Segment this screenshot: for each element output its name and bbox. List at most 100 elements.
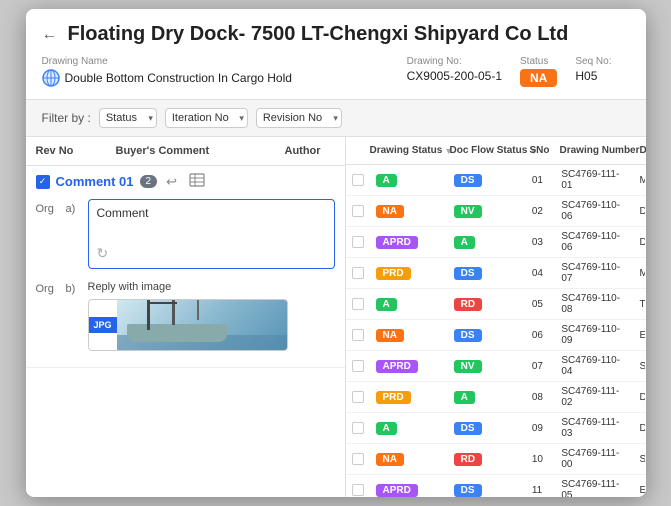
- row-ds-6: APRD: [370, 356, 448, 377]
- status-filter[interactable]: Status: [99, 108, 157, 128]
- dfs-pill-2: A: [454, 236, 475, 249]
- table-row[interactable]: A DS 01 SC4769-111-01 MIDSHIP...: [346, 165, 646, 196]
- row-sno-8: 09: [526, 419, 556, 438]
- row-check-2[interactable]: [346, 232, 370, 252]
- table-button[interactable]: [186, 172, 208, 191]
- comment-text: Comment: [97, 206, 149, 220]
- comment-count-badge: 2: [140, 175, 158, 188]
- row-check-4[interactable]: [346, 294, 370, 314]
- ds-pill-7: PRD: [376, 391, 411, 404]
- col-doc-flow-status-header: Doc Flow Status ▼: [444, 137, 524, 164]
- row-dn-6: SC4769-110-04: [555, 351, 633, 381]
- table-row[interactable]: APRD NV 07 SC4769-110-04 SHELL EX...: [346, 351, 646, 382]
- row-check-8[interactable]: [346, 418, 370, 438]
- table-row[interactable]: NA RD 10 SC4769-111-00 STERN CO...: [346, 444, 646, 475]
- ds-pill-10: APRD: [376, 484, 418, 497]
- reply-label: Reply with image: [88, 281, 172, 293]
- dfs-pill-8: DS: [454, 422, 482, 435]
- comment-label[interactable]: Comment 01: [56, 174, 134, 189]
- row-check-0[interactable]: [346, 170, 370, 190]
- revision-filter[interactable]: Revision No: [256, 108, 342, 128]
- row-check-9[interactable]: [346, 449, 370, 469]
- comment-checkbox[interactable]: ✓: [36, 175, 50, 189]
- ds-pill-4: A: [376, 298, 397, 311]
- crane-arm: [147, 302, 177, 304]
- col-drawing-status-header: Drawing Status ▼: [364, 137, 444, 164]
- title-bar: ← Floating Dry Dock- 7500 LT-Chengxi Shi…: [26, 9, 646, 100]
- row-sno-0: 01: [526, 171, 556, 190]
- revision-filter-wrapper[interactable]: Revision No: [256, 108, 342, 128]
- ds-pill-2: APRD: [376, 236, 418, 249]
- table-row[interactable]: PRD A 08 SC4769-111-02 DECK AND...: [346, 382, 646, 413]
- row-dname-8: DECKS & ...: [633, 419, 645, 438]
- status-item: Status NA: [520, 56, 557, 87]
- comment-textbox[interactable]: Comment ↻: [88, 199, 335, 269]
- left-panel: Rev No Buyer's Comment Author ✓ Comment …: [26, 137, 346, 497]
- dfs-pill-9: RD: [454, 453, 482, 466]
- ds-pill-9: NA: [376, 453, 404, 466]
- row-dn-4: SC4769-110-08: [555, 289, 633, 319]
- row-dfs-8: DS: [448, 418, 526, 439]
- table-row[interactable]: APRD A 03 SC4769-110-06 DOUBLE B...: [346, 227, 646, 258]
- drawing-name-value: Double Bottom Construction In Cargo Hold: [42, 69, 389, 87]
- row-dname-6: SHELL EX...: [633, 357, 645, 376]
- row-check-3[interactable]: [346, 263, 370, 283]
- row-ds-1: NA: [370, 201, 448, 222]
- status-filter-wrapper[interactable]: Status: [99, 108, 157, 128]
- crane-shape-3: [197, 300, 199, 320]
- row-check-10[interactable]: [346, 480, 370, 497]
- row-dn-0: SC4769-111-01: [555, 165, 633, 195]
- refresh-icon[interactable]: ↻: [97, 245, 109, 262]
- row-dname-3: MOULDED...: [633, 264, 645, 283]
- row-sno-10: 11: [526, 481, 556, 498]
- row-dfs-0: DS: [448, 170, 526, 191]
- drawing-no-label: Drawing No:: [407, 56, 502, 67]
- back-button[interactable]: ←: [42, 26, 58, 44]
- ds-pill-6: APRD: [376, 360, 418, 373]
- row-sno-9: 10: [526, 450, 556, 469]
- row-dname-5: ENGINE R...: [633, 326, 645, 345]
- row-check-5[interactable]: [346, 325, 370, 345]
- row-dn-10: SC4769-111-05: [555, 475, 633, 497]
- sublabel-b: b): [66, 279, 88, 295]
- jpg-badge: JPG: [89, 317, 117, 333]
- org-label-a: Org: [36, 199, 66, 215]
- table-row[interactable]: NA NV 02 SC4769-110-06 DOUBLE B...: [346, 196, 646, 227]
- undo-button[interactable]: ↩: [163, 173, 180, 191]
- row-check-6[interactable]: [346, 356, 370, 376]
- drawing-no-item: Drawing No: CX9005-200-05-1: [407, 56, 502, 83]
- row-ds-2: APRD: [370, 232, 448, 253]
- row-dn-5: SC4769-110-09: [555, 320, 633, 350]
- col-drawing-number-header: Drawing Number ▼: [554, 137, 634, 164]
- content-area: Rev No Buyer's Comment Author ✓ Comment …: [26, 137, 646, 497]
- status-label: Status: [520, 56, 557, 67]
- window-title: Floating Dry Dock- 7500 LT-Chengxi Shipy…: [68, 23, 569, 46]
- row-check-7[interactable]: [346, 387, 370, 407]
- filter-by-label: Filter by :: [42, 111, 91, 125]
- col-comment-header: Buyer's Comment: [106, 137, 275, 165]
- dfs-pill-0: DS: [454, 174, 482, 187]
- table-row[interactable]: NA DS 06 SC4769-110-09 ENGINE R...: [346, 320, 646, 351]
- table-row[interactable]: A RD 05 SC4769-110-08 TYPICAL ...: [346, 289, 646, 320]
- row-ds-4: A: [370, 294, 448, 315]
- iteration-filter-wrapper[interactable]: Iteration No: [165, 108, 248, 128]
- drawing-name-label: Drawing Name: [42, 56, 389, 67]
- row-dfs-9: RD: [448, 449, 526, 470]
- table-row[interactable]: A DS 09 SC4769-111-03 DECKS & ...: [346, 413, 646, 444]
- drawing-name-item: Drawing Name Double Bottom Construction …: [42, 56, 389, 87]
- row-ds-8: A: [370, 418, 448, 439]
- table-row[interactable]: APRD DS 11 SC4769-111-05 ENGINE R...: [346, 475, 646, 497]
- comment-block: ✓ Comment 01 2 ↩ Org: [26, 166, 345, 368]
- row-check-1[interactable]: [346, 201, 370, 221]
- dfs-pill-6: NV: [454, 360, 482, 373]
- iteration-filter[interactable]: Iteration No: [165, 108, 248, 128]
- sublabel-a: a): [66, 199, 88, 215]
- ds-pill-0: A: [376, 174, 397, 187]
- table-row[interactable]: PRD DS 04 SC4769-110-07 MOULDED...: [346, 258, 646, 289]
- crane-shape: [147, 300, 150, 330]
- dfs-pill-10: DS: [454, 484, 482, 497]
- seq-no-value: H05: [575, 69, 611, 83]
- row-sno-1: 02: [526, 202, 556, 221]
- row-sno-7: 08: [526, 388, 556, 407]
- image-attachment[interactable]: JPG Ship Building Pl: [88, 299, 288, 351]
